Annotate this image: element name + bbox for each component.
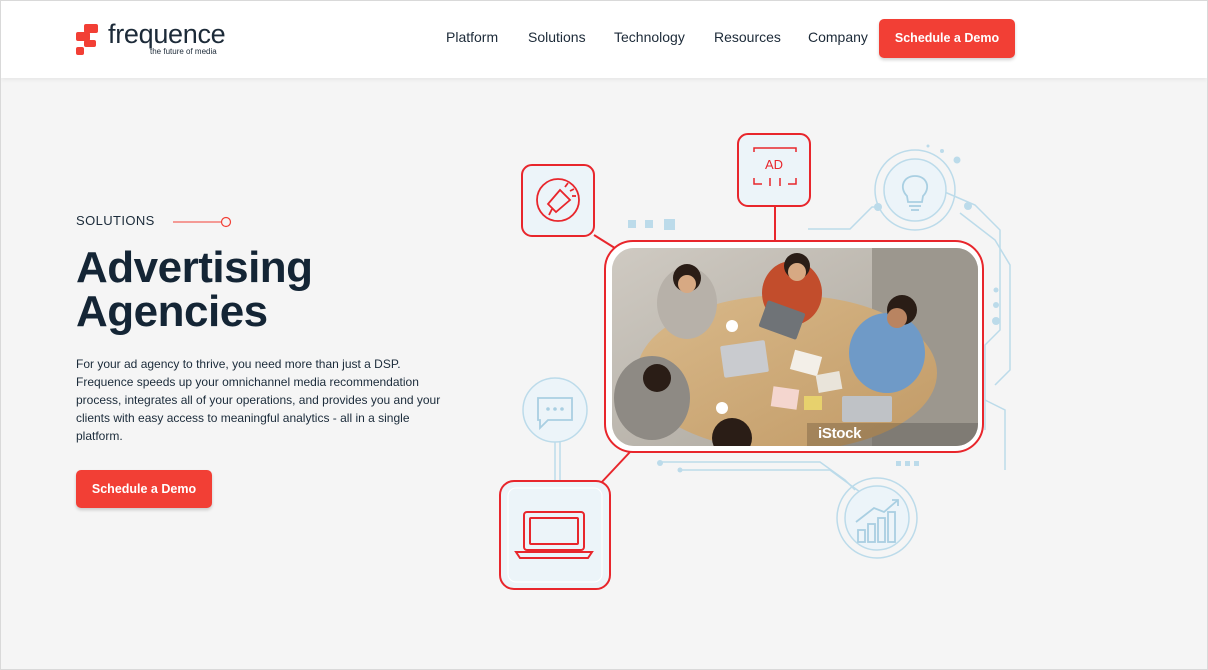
photo-watermark: iStock [818,425,862,442]
ad-tile: AD [737,133,811,207]
growth-chart-badge [836,477,918,559]
hero-illustration: AD [499,133,1011,590]
megaphone-tile [521,164,595,237]
team-meeting-photo [612,248,978,446]
laptop-tile [499,480,611,590]
meeting-scene-image [612,248,978,446]
lightbulb-badge [874,149,956,231]
ad-label: AD [765,157,783,172]
chat-badge [522,377,588,443]
